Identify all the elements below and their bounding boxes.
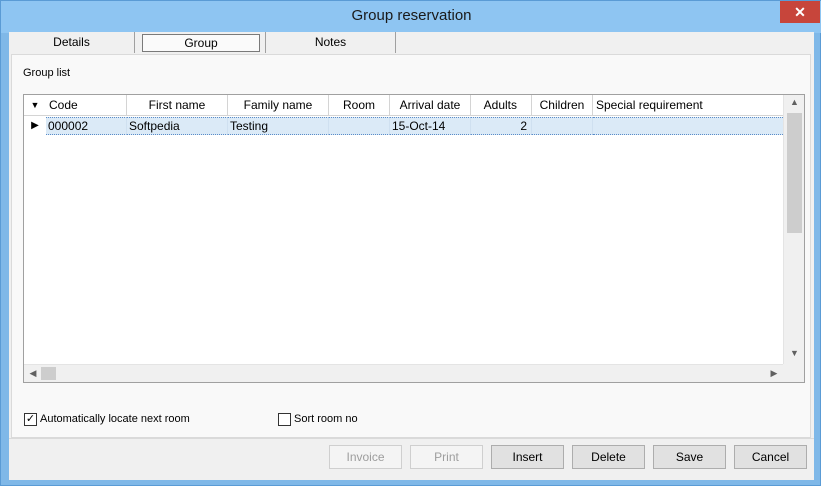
tab-details[interactable]: Details [9,32,135,53]
column-header-room[interactable]: Room [329,95,390,116]
tab-strip: Details Group Notes [9,32,814,54]
column-header-code[interactable]: Code [46,95,127,116]
group-list-label: Group list [23,67,71,79]
auto-locate-label: Automatically locate next room [40,413,190,425]
auto-locate-checkbox[interactable]: ✓ Automatically locate next room [24,411,190,427]
grid-header: ▼ Code First name Family name Room Arriv… [24,95,783,116]
cell-adults[interactable]: 2 [471,117,532,135]
cell-first-name[interactable]: Softpedia [127,117,228,135]
scrollbar-corner [783,364,804,382]
column-header-first-name[interactable]: First name [127,95,228,116]
vertical-scroll-thumb[interactable] [787,113,802,233]
close-button[interactable]: ✕ [780,1,820,23]
sort-room-checkbox[interactable]: Sort room no [278,411,358,427]
close-icon: ✕ [794,4,806,20]
column-header-children[interactable]: Children [532,95,593,116]
cancel-button[interactable]: Cancel [734,445,807,469]
print-button[interactable]: Print [410,445,483,469]
tab-notes[interactable]: Notes [265,32,396,53]
tab-group[interactable]: Group [142,34,260,52]
current-row-marker-icon: ▶ [24,117,46,135]
button-bar: Invoice Print Insert Delete Save Cancel [9,438,814,480]
checkmark-icon[interactable]: ✓ [24,412,37,426]
horizontal-scroll-thumb[interactable] [41,367,56,380]
vertical-scrollbar[interactable]: ▲ ▼ [783,95,804,364]
window-title: Group reservation [351,7,472,24]
cell-code[interactable]: 000002 [46,117,127,135]
invoice-button[interactable]: Invoice [329,445,402,469]
horizontal-scrollbar[interactable]: ◀ ▶ [24,364,783,382]
scroll-left-icon[interactable]: ◀ [27,368,39,379]
cell-family-name[interactable]: Testing [228,117,329,135]
insert-button[interactable]: Insert [491,445,564,469]
dialog-client-area: Details Group Notes Group list ▼ Code Fi… [9,32,814,480]
cell-room[interactable] [329,117,390,135]
group-panel: Group list ▼ Code First name Family name… [11,54,811,430]
column-header-special-requirement[interactable]: Special requirement [593,95,783,116]
scroll-down-icon[interactable]: ▼ [784,348,805,358]
cell-children[interactable] [532,117,593,135]
options-bar: ✓ Automatically locate next room Sort ro… [11,402,811,438]
sort-room-label: Sort room no [294,413,358,425]
column-header-arrival-date[interactable]: Arrival date [390,95,471,116]
sort-arrow-icon[interactable]: ▼ [24,95,46,116]
scroll-right-icon[interactable]: ▶ [768,368,780,379]
scroll-up-icon[interactable]: ▲ [784,97,805,107]
column-header-family-name[interactable]: Family name [228,95,329,116]
column-header-adults[interactable]: Adults [471,95,532,116]
cell-arrival-date[interactable]: 15-Oct-14 [390,117,471,135]
cell-special-requirement[interactable] [593,117,783,135]
title-bar[interactable]: Group reservation ✕ [1,1,821,33]
group-reservation-window: Group reservation ✕ Details Group Notes … [0,0,821,486]
checkbox-box[interactable] [278,412,291,426]
save-button[interactable]: Save [653,445,726,469]
delete-button[interactable]: Delete [572,445,645,469]
group-list-grid[interactable]: ▼ Code First name Family name Room Arriv… [23,94,805,383]
table-row[interactable]: ▶ 000002 Softpedia Testing 15-Oct-14 2 [24,117,783,135]
